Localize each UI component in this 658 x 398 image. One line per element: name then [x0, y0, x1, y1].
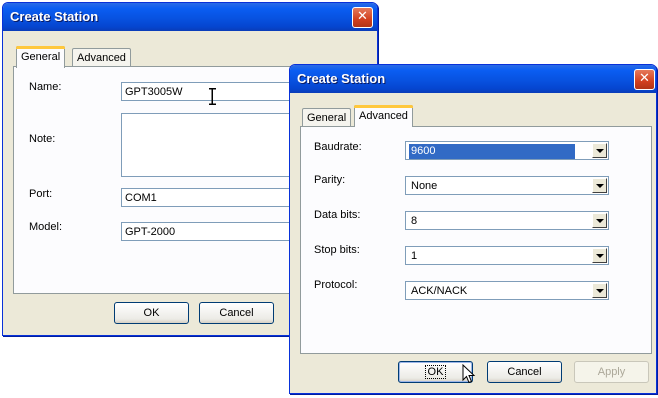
cancel-button[interactable]: Cancel	[199, 302, 274, 324]
apply-button[interactable]: Apply	[574, 361, 649, 383]
dialog-title: Create Station	[10, 9, 99, 24]
stopbits-select[interactable]: 1	[405, 246, 609, 265]
dialog-title: Create Station	[297, 71, 386, 86]
stopbits-label: Stop bits:	[314, 244, 360, 256]
baudrate-value: 9600	[409, 144, 575, 159]
protocol-value: ACK/NACK	[411, 285, 468, 297]
dialog-titlebar[interactable]: Create Station ✕	[3, 3, 377, 31]
tab-advanced[interactable]: Advanced	[354, 105, 413, 127]
close-icon[interactable]: ✕	[634, 69, 655, 90]
stopbits-value: 1	[411, 250, 418, 262]
ok-button[interactable]: OK	[114, 302, 189, 324]
port-label: Port:	[29, 188, 53, 200]
baudrate-select[interactable]: 9600	[405, 141, 609, 160]
close-icon[interactable]: ✕	[352, 7, 373, 28]
text-cursor-icon	[209, 88, 216, 105]
baudrate-label: Baudrate:	[314, 141, 362, 153]
chevron-down-icon[interactable]	[592, 213, 607, 228]
parity-select[interactable]: None	[405, 176, 609, 195]
cancel-button[interactable]: Cancel	[487, 361, 562, 383]
create-station-dialog-advanced: Create Station ✕ General Advanced Baudra…	[289, 64, 657, 394]
chevron-down-icon[interactable]	[592, 283, 607, 298]
tab-general[interactable]: General	[16, 46, 66, 68]
databits-value: 8	[411, 215, 418, 227]
dialog-titlebar[interactable]: Create Station ✕	[290, 65, 656, 93]
parity-value: None	[411, 180, 438, 192]
chevron-down-icon[interactable]	[592, 143, 607, 158]
protocol-label: Protocol:	[314, 279, 358, 291]
tab-general[interactable]: General	[302, 108, 352, 127]
databits-select[interactable]: 8	[405, 211, 609, 230]
mouse-pointer-icon	[462, 364, 476, 384]
parity-label: Parity:	[314, 174, 346, 186]
model-label: Model:	[29, 221, 63, 233]
chevron-down-icon[interactable]	[592, 178, 607, 193]
tab-advanced[interactable]: Advanced	[72, 48, 131, 67]
protocol-select[interactable]: ACK/NACK	[405, 281, 609, 300]
ok-button-label: OK	[424, 365, 447, 379]
name-label: Name:	[29, 81, 62, 93]
note-label: Note:	[29, 133, 56, 145]
advanced-tab-panel: Baudrate: 9600 Parity: None Data bits: 8…	[300, 126, 652, 354]
chevron-down-icon[interactable]	[592, 248, 607, 263]
databits-label: Data bits:	[314, 209, 361, 221]
